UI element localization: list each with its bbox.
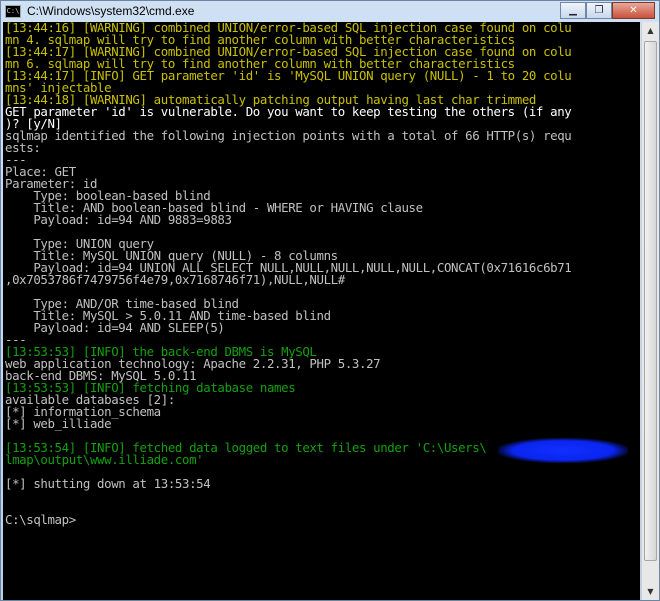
cmd-window: C:\ C:\Windows\system32\cmd.exe ▁ ❐ ✕ [1… [0,0,660,601]
scroll-down-arrow-icon[interactable]: ▼ [642,583,659,600]
title-bar[interactable]: C:\ C:\Windows\system32\cmd.exe ▁ ❐ ✕ [1,1,659,21]
console-line: C:\sqlmap> [5,512,76,527]
minimize-button[interactable]: ▁ [560,2,586,19]
console-output[interactable]: [13:44:16] [WARNING] combined UNION/erro… [3,22,640,600]
close-button[interactable]: ✕ [612,2,655,19]
scroll-up-arrow-icon[interactable]: ▲ [642,22,659,39]
console-line: [*] web_illiade [5,416,112,431]
console-line: GET parameter 'id' is vulnerable. Do you… [5,104,572,119]
console-line: Payload: id=94 AND SLEEP(5) [5,320,225,335]
window-title: C:\Windows\system32\cmd.exe [27,4,195,18]
maximize-button[interactable]: ❐ [586,2,612,19]
redaction-scribble [498,438,628,463]
vertical-scrollbar[interactable]: ▲ ▼ [641,22,659,600]
console-line: --- [5,152,27,167]
scroll-thumb[interactable] [644,41,657,561]
window-controls: ▁ ❐ ✕ [560,2,655,19]
console-line: Place: GET [5,164,76,179]
console-line: ests: [5,140,41,155]
console-line: ,0x7053786f7479756f4e79,0x7168746f71),NU… [5,272,345,287]
console-line: sqlmap identified the following injectio… [5,128,572,143]
console-line: [*] shutting down at 13:53:54 [5,476,211,491]
console-line: Payload: id=94 AND 9883=9883 [5,212,232,227]
cmd-app-icon[interactable]: C:\ [5,4,21,18]
